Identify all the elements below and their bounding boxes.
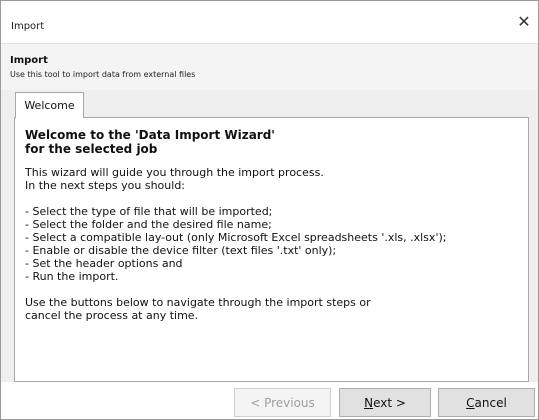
tab-welcome[interactable]: Welcome — [15, 92, 84, 118]
header-title: Import — [10, 55, 48, 66]
previous-button[interactable]: < Previous — [234, 388, 331, 417]
step-item: - Run the import. — [25, 270, 119, 283]
intro-line2: In the next steps you should: — [25, 179, 186, 192]
cancel-button[interactable]: Cancel — [438, 388, 535, 417]
button-bar: < Previous Next > Cancel — [1, 382, 538, 419]
outro-line1: Use the buttons below to navigate throug… — [25, 296, 371, 309]
window-title: Import — [11, 21, 45, 32]
dialog-header: Import Use this tool to import data from… — [1, 43, 538, 91]
step-item: - Select the type of file that will be i… — [25, 205, 273, 218]
content-area: Welcome Welcome to the 'Data Import Wiza… — [1, 90, 538, 382]
steps-list: - Select the type of file that will be i… — [25, 205, 520, 283]
close-icon[interactable]: ✕ — [514, 12, 534, 32]
intro-line1: This wizard will guide you through the i… — [25, 166, 324, 179]
next-button[interactable]: Next > — [339, 388, 431, 417]
title-bar: Import ✕ — [1, 1, 538, 43]
step-item: - Select the folder and the desired file… — [25, 218, 272, 231]
import-dialog: Import ✕ Import Use this tool to import … — [0, 0, 539, 420]
step-item: - Enable or disable the device filter (t… — [25, 244, 337, 257]
outro-line2: cancel the process at any time. — [25, 309, 199, 322]
welcome-panel: Welcome to the 'Data Import Wizard' for … — [14, 117, 529, 382]
welcome-title-line1: Welcome to the 'Data Import Wizard' — [25, 128, 275, 142]
welcome-text: Welcome to the 'Data Import Wizard' for … — [25, 128, 520, 322]
step-item: - Select a compatible lay-out (only Micr… — [25, 231, 447, 244]
welcome-title-line2: for the selected job — [25, 142, 158, 156]
header-subtitle: Use this tool to import data from extern… — [10, 70, 196, 79]
step-item: - Set the header options and — [25, 257, 183, 270]
